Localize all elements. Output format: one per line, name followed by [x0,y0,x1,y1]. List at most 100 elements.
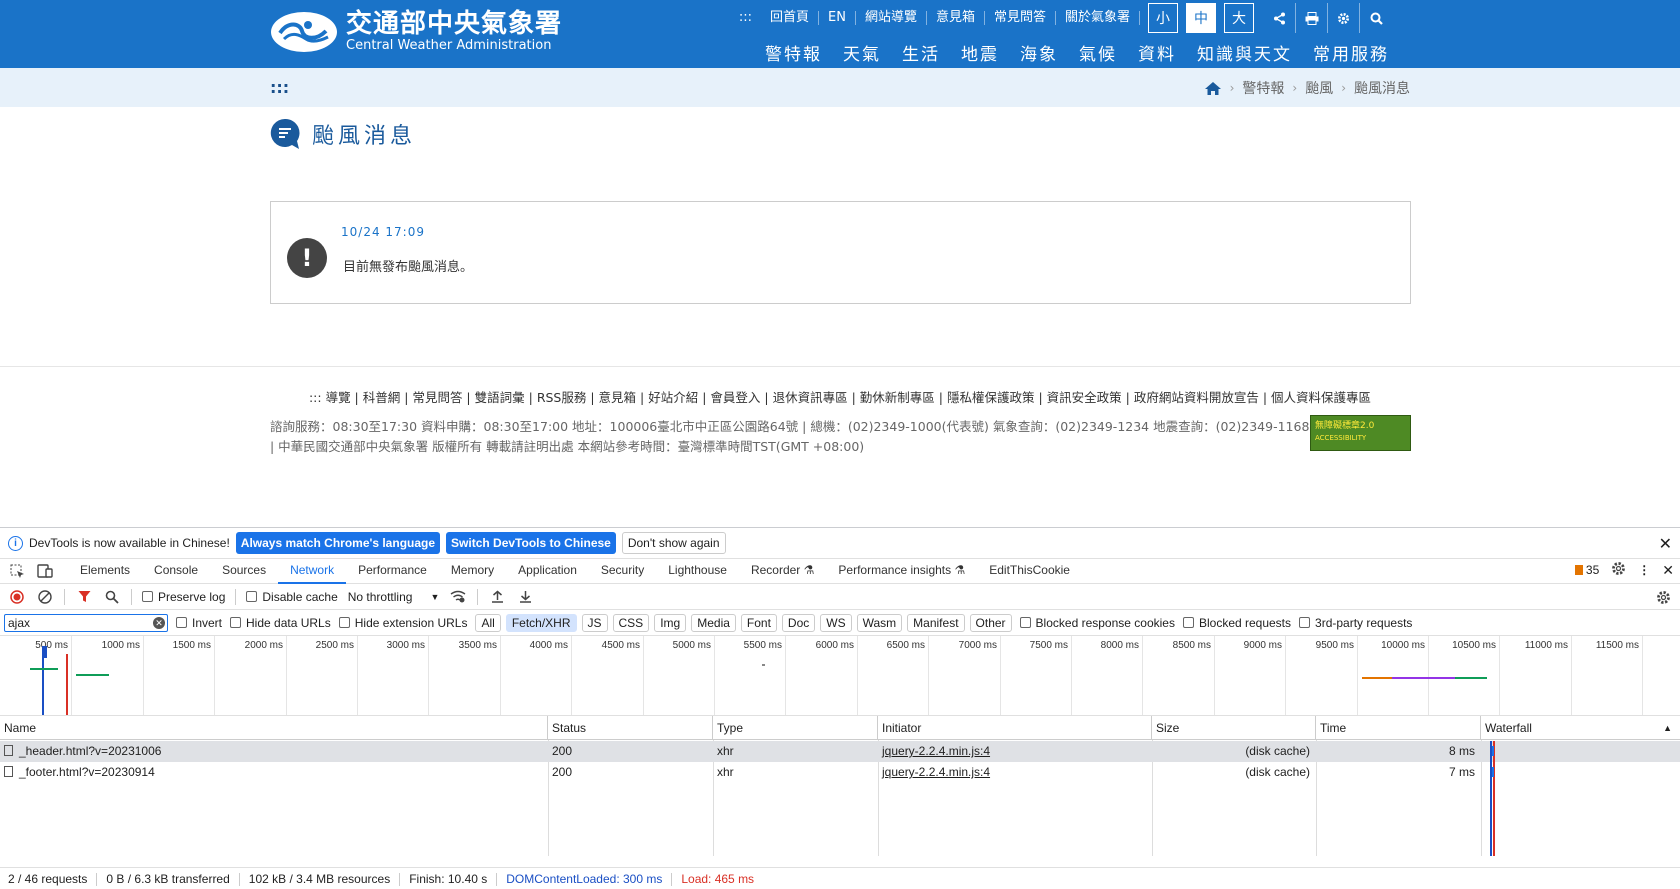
invert-checkbox[interactable]: Invert [176,616,222,630]
util-link-about[interactable]: 關於氣象署 [1056,11,1140,25]
share-icon[interactable] [1264,3,1296,33]
footer-link-science[interactable]: 科普網 [363,390,401,405]
font-size-large-button[interactable]: 大 [1224,3,1254,33]
util-link-sitemap[interactable]: 網站導覽 [856,11,927,25]
nav-item-warnings[interactable]: 警特報 [765,40,822,65]
dont-show-again-button[interactable]: Don't show again [621,532,726,554]
site-logo[interactable]: 交通部中央氣象署 Central Weather Administration [270,10,562,53]
footer-link-privacy[interactable]: 隱私權保護政策 [947,390,1035,405]
font-size-medium-button[interactable]: 中 [1186,3,1216,33]
hide-data-urls-checkbox[interactable]: Hide data URLs [230,616,331,630]
more-options-icon[interactable]: ⋮ [1638,563,1650,577]
gear-icon[interactable] [1328,3,1360,33]
tab-elements[interactable]: Elements [68,558,142,584]
column-header-size[interactable]: Size [1152,716,1316,740]
preserve-log-checkbox[interactable]: Preserve log [142,590,225,604]
print-icon[interactable] [1296,3,1328,33]
breadcrumb-warnings[interactable]: 警特報 [1242,78,1284,98]
device-toolbar-icon[interactable] [34,560,56,582]
nav-item-marine[interactable]: 海象 [1020,40,1058,65]
disable-cache-checkbox[interactable]: Disable cache [246,590,338,604]
type-filter-img[interactable]: Img [654,613,687,632]
footer-link-feedback[interactable]: 意見箱 [599,390,637,405]
footer-link-opendata[interactable]: 政府網站資料開放宣告 [1134,390,1259,405]
close-devtools-icon[interactable]: ✕ [1662,562,1674,579]
tab-performance[interactable]: Performance [346,558,439,584]
network-overview-timeline[interactable]: 500 ms 1000 ms 1500 ms 2000 ms 2500 ms 3000 m… [0,636,1680,716]
footer-link-security[interactable]: 資訊安全政策 [1047,390,1122,405]
tab-recorder[interactable]: Recorder ⚗ [739,558,826,584]
issues-counter[interactable]: 35 [1574,563,1599,577]
footer-link-sites[interactable]: 好站介紹 [648,390,698,405]
tab-lighthouse[interactable]: Lighthouse [656,558,739,584]
footer-link-rss[interactable]: RSS服務 [537,390,587,405]
type-filter-font[interactable]: Font [740,613,777,632]
nav-item-earthquake[interactable]: 地震 [961,40,999,65]
clear-icon[interactable] [36,588,54,606]
type-filter-manifest[interactable]: Manifest [907,613,965,632]
type-filter-doc[interactable]: Doc [781,613,816,632]
nav-item-knowledge[interactable]: 知識與天文 [1197,40,1292,65]
blocked-requests-checkbox[interactable]: Blocked requests [1182,616,1291,630]
record-stop-icon[interactable] [8,588,26,606]
tab-memory[interactable]: Memory [439,558,506,584]
type-filter-other[interactable]: Other [969,613,1012,632]
column-header-time[interactable]: Time [1316,716,1481,740]
search-icon[interactable] [1360,3,1392,33]
blocked-cookies-checkbox[interactable]: Blocked response cookies [1019,616,1175,630]
footer-link-faq[interactable]: 常見問答 [412,390,462,405]
type-filter-ws[interactable]: WS [820,613,852,632]
network-settings-gear-icon[interactable] [1654,588,1672,606]
type-filter-all[interactable]: All [475,613,501,632]
table-row[interactable]: _footer.html?v=20230914 200 xhr jquery-2… [0,762,1680,783]
type-filter-fetch-xhr[interactable]: Fetch/XHR [505,613,577,632]
footer-link-personal-data[interactable]: 個人資料保護專區 [1271,390,1371,405]
util-accesskey[interactable]: ::: [730,11,761,25]
breadcrumb-typhoon[interactable]: 颱風 [1305,78,1333,98]
tab-network[interactable]: Network [278,558,347,584]
hide-extension-urls-checkbox[interactable]: Hide extension URLs [338,616,467,630]
type-filter-media[interactable]: Media [691,613,736,632]
tab-sources[interactable]: Sources [210,558,278,584]
third-party-checkbox[interactable]: 3rd-party requests [1299,616,1412,630]
request-initiator-link[interactable]: jquery-2.2.4.min.js:4 [878,741,990,762]
close-icon[interactable]: ✕ [1659,534,1672,554]
throttling-select[interactable]: No throttling ▼ [348,590,440,604]
request-initiator-link[interactable]: jquery-2.2.4.min.js:4 [878,762,990,783]
nav-item-life[interactable]: 生活 [902,40,940,65]
nav-item-weather[interactable]: 天氣 [843,40,881,65]
tab-application[interactable]: Application [506,558,589,584]
font-size-small-button[interactable]: 小 [1148,3,1178,33]
nav-item-services[interactable]: 常用服務 [1313,40,1389,65]
footer-link-sitemap[interactable]: 導覽 [326,390,351,405]
content-accesskey[interactable]: ::: [270,78,289,97]
footer-link-retire[interactable]: 退休資訊專區 [773,390,848,405]
column-header-type[interactable]: Type [713,716,878,740]
nav-item-climate[interactable]: 氣候 [1079,40,1117,65]
column-header-name[interactable]: Name [0,716,548,740]
column-header-status[interactable]: Status [548,716,713,740]
filter-icon[interactable] [75,588,93,606]
footer-link-glossary[interactable]: 雙語詞彙 [475,390,525,405]
match-language-button[interactable]: Always match Chrome's language [235,532,441,554]
accessibility-badge[interactable]: 無障礙標章2.0 ACCESSIBILITY [1310,415,1411,451]
download-icon[interactable] [516,588,534,606]
util-link-en[interactable]: EN [819,11,856,25]
util-link-faq[interactable]: 常見問答 [985,11,1056,25]
type-filter-js[interactable]: JS [581,613,608,632]
upload-icon[interactable] [488,588,506,606]
tab-performance-insights[interactable]: Performance insights ⚗ [826,558,977,584]
type-filter-css[interactable]: CSS [612,613,650,632]
home-icon[interactable] [1204,81,1222,96]
nav-item-data[interactable]: 資料 [1138,40,1176,65]
footer-link-worktime[interactable]: 勤休新制專區 [860,390,935,405]
tab-console[interactable]: Console [142,558,210,584]
filter-input[interactable]: ajax ✕ [4,613,168,632]
search-icon[interactable] [103,588,121,606]
clear-filter-icon[interactable]: ✕ [153,616,165,629]
util-link-feedback[interactable]: 意見箱 [927,11,985,25]
footer-link-login[interactable]: 會員登入 [710,390,760,405]
tab-security[interactable]: Security [589,558,656,584]
switch-language-button[interactable]: Switch DevTools to Chinese [446,532,616,554]
column-header-initiator[interactable]: Initiator [878,716,1152,740]
